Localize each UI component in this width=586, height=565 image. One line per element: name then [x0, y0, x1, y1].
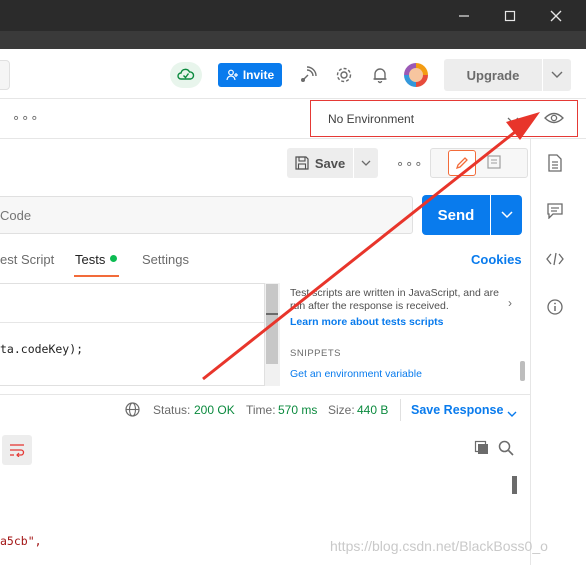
cloud-sync-icon — [177, 68, 195, 80]
save-button[interactable]: Save — [287, 148, 353, 178]
save-label: Save — [314, 155, 346, 171]
snippets-heading: SNIPPETS — [290, 348, 341, 359]
code-icon[interactable] — [544, 248, 566, 270]
watermark-text: https://blog.csdn.net/BlackBoss0_o — [330, 538, 548, 554]
copy-icon[interactable] — [474, 440, 490, 459]
view-mode-toggle[interactable] — [430, 148, 528, 178]
comment-icon[interactable] — [544, 200, 566, 222]
close-icon[interactable] — [533, 0, 579, 31]
globe-icon[interactable] — [125, 402, 140, 420]
active-tab-underline — [74, 275, 119, 277]
pencil-icon[interactable] — [448, 150, 476, 176]
chevron-right-icon[interactable]: › — [508, 296, 512, 310]
snippet-item[interactable]: Get an environment variable — [290, 368, 422, 380]
editor-scroll-thumb[interactable] — [266, 284, 278, 364]
status-label: Status: — [153, 403, 191, 417]
size-label: Size: — [328, 403, 355, 417]
gear-icon[interactable] — [333, 64, 355, 86]
maximize-icon[interactable] — [487, 0, 533, 31]
status-value: 200 OK — [194, 403, 235, 417]
save-response-button[interactable]: Save Response — [411, 403, 503, 417]
bell-icon[interactable] — [369, 64, 391, 86]
editor-scroll-marker — [266, 313, 278, 315]
editor-line-highlight — [0, 283, 264, 323]
tab-pre-request-script[interactable]: est Script — [0, 252, 54, 267]
tab-tests[interactable]: Tests — [75, 252, 105, 267]
save-dropdown-button[interactable] — [354, 148, 378, 178]
tab-settings[interactable]: Settings — [142, 252, 189, 267]
wrap-icon — [10, 444, 25, 457]
sync-status-button[interactable] — [170, 62, 202, 88]
header-strip — [0, 31, 586, 49]
upgrade-button[interactable]: Upgrade — [444, 59, 542, 91]
floppy-icon — [295, 156, 309, 170]
time-value: 570 ms — [278, 403, 318, 417]
request-url-text: Code — [0, 208, 32, 223]
satellite-icon[interactable] — [297, 64, 319, 86]
invite-label: Invite — [242, 68, 275, 82]
chevron-down-icon — [551, 71, 563, 78]
send-button[interactable]: Send — [422, 195, 490, 235]
avatar[interactable] — [404, 63, 428, 87]
snippets-scrollbar[interactable] — [520, 361, 525, 381]
more-tabs-icon[interactable]: ∘∘∘ — [12, 110, 39, 126]
request-url-input[interactable] — [0, 196, 413, 234]
send-label: Send — [437, 206, 475, 224]
add-user-icon — [226, 69, 238, 81]
response-code-line: a5cb", — [0, 534, 42, 548]
send-dropdown-button[interactable] — [491, 195, 522, 235]
code-line: ta.codeKey); — [0, 342, 84, 356]
section-divider — [0, 394, 530, 395]
avatar-face — [409, 68, 423, 82]
time-label: Time: — [246, 403, 276, 417]
chevron-down-icon — [361, 160, 371, 166]
wrap-lines-button[interactable] — [2, 435, 32, 465]
environment-label: No Environment — [328, 112, 415, 126]
status-divider — [400, 399, 401, 421]
eye-icon[interactable] — [544, 111, 564, 128]
minimize-icon[interactable] — [441, 0, 487, 31]
upgrade-dropdown-button[interactable] — [543, 59, 571, 91]
chevron-down-icon — [500, 211, 513, 219]
invite-button[interactable]: Invite — [218, 63, 282, 87]
learn-more-link[interactable]: Learn more about tests scripts — [290, 316, 443, 328]
upgrade-label: Upgrade — [466, 67, 520, 83]
tests-indicator-dot — [110, 255, 117, 262]
tests-help-text: Test scripts are written in JavaScript, … — [290, 287, 499, 312]
environment-chevron-icon[interactable] — [507, 113, 519, 128]
docs-view-icon[interactable] — [486, 154, 502, 173]
workspace-selector[interactable] — [0, 60, 10, 90]
document-icon[interactable] — [544, 152, 566, 174]
size-value: 440 B — [357, 403, 389, 417]
more-options-icon[interactable]: ∘∘∘ — [396, 156, 423, 172]
info-icon[interactable] — [544, 296, 566, 318]
chevron-down-icon[interactable] — [507, 406, 517, 421]
response-scrollbar[interactable] — [512, 476, 517, 494]
cookies-link[interactable]: Cookies — [471, 252, 522, 267]
search-icon[interactable] — [498, 440, 514, 459]
